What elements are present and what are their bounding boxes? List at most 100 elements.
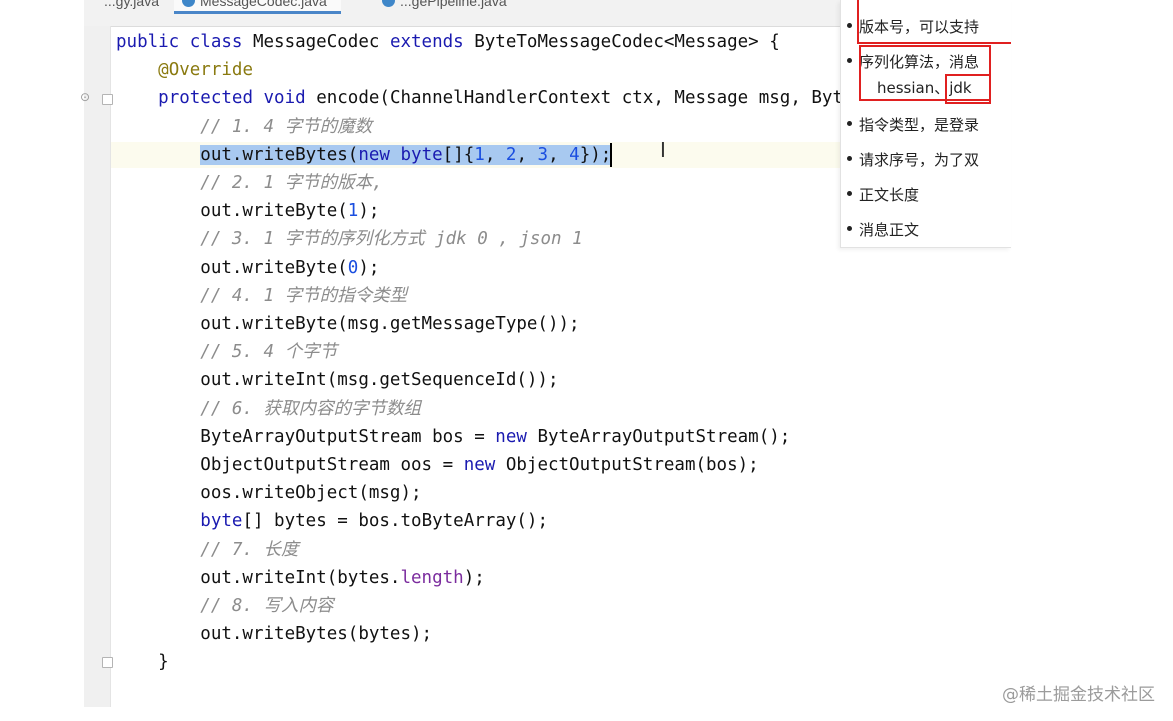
code-token: out.writeBytes(bytes); <box>116 624 433 645</box>
code-line[interactable]: @Override <box>116 56 253 84</box>
code-token: // 5. 4 个字节 <box>116 342 338 363</box>
code-token: ByteArrayOutputStream(); <box>537 426 791 447</box>
code-token: out.writeInt(msg.getSequenceId()); <box>116 370 559 391</box>
code-line[interactable]: ByteArrayOutputStream bos = new ByteArra… <box>116 423 790 451</box>
code-token: @Override <box>158 60 253 81</box>
code-token: encode(ChannelHandlerContext ctx, Messag… <box>316 88 843 109</box>
documentation-panel: 版本号，可以支持 序列化算法，消息 hessian、jdk 指令类型，是登录 请… <box>840 0 1011 248</box>
fold-toggle-icon[interactable] <box>102 94 113 105</box>
code-token: ); <box>358 201 380 222</box>
code-line[interactable]: // 5. 4 个字节 <box>116 338 337 366</box>
code-line[interactable]: public class MessageCodec extends ByteTo… <box>116 28 780 56</box>
code-token: out.writeByte(msg.getMessageType()); <box>116 314 580 334</box>
tab-label: ...gePipeline.java <box>400 0 507 9</box>
code-token: ObjectOutputStream(bos); <box>505 455 759 475</box>
code-token: out.writeInt(bytes. <box>116 567 401 588</box>
java-class-icon <box>182 0 195 7</box>
code-line[interactable]: protected void encode(ChannelHandlerCont… <box>116 84 843 112</box>
doc-item-label: 正文长度 <box>859 186 920 204</box>
code-line[interactable]: oos.writeObject(msg); <box>116 479 421 507</box>
code-token: , <box>548 144 570 165</box>
code-line[interactable]: // 6. 获取内容的字节数组 <box>116 395 421 423</box>
code-token: // 1. 4 字节的魔数 <box>116 116 373 137</box>
code-token: new <box>358 144 401 165</box>
doc-item-length: 正文长度 <box>847 184 920 205</box>
code-token: // 2. 1 字节的版本, <box>116 173 383 193</box>
editor-tab[interactable]: ...gy.java <box>84 0 173 11</box>
java-class-icon <box>382 0 395 7</box>
code-token: 0 <box>347 257 359 278</box>
code-line[interactable]: // 4. 1 字节的指令类型 <box>116 282 407 310</box>
code-token: , <box>516 144 538 165</box>
code-line[interactable]: // 1. 4 字节的魔数 <box>116 113 372 141</box>
code-line[interactable]: out.writeByte(msg.getMessageType()); <box>116 310 580 338</box>
code-token: 2 <box>505 144 517 165</box>
bullet-icon <box>847 191 852 196</box>
code-token: out.writeByte( <box>116 201 348 222</box>
editor-gutter <box>84 26 111 707</box>
editor-tab[interactable]: ...gePipeline.java <box>374 0 521 11</box>
code-token: new <box>463 455 506 475</box>
code-line[interactable]: out.writeBytes(bytes); <box>116 620 432 648</box>
editor-tab-active[interactable]: MessageCodec.java <box>174 0 341 14</box>
code-line[interactable]: // 3. 1 字节的序列化方式 jdk 0 , json 1 <box>116 225 582 253</box>
code-token: [] bytes = bos.toByteArray(); <box>242 511 548 532</box>
tab-label: MessageCodec.java <box>200 0 327 9</box>
bullet-icon <box>847 156 852 161</box>
code-line[interactable]: out.writeInt(msg.getSequenceId()); <box>116 366 559 394</box>
code-token: // 4. 1 字节的指令类型 <box>116 285 408 306</box>
watermark: @稀土掘金技术社区 <box>1002 685 1155 705</box>
code-token: extends <box>389 32 475 52</box>
override-marker-icon[interactable]: ⊙ <box>80 90 90 104</box>
tab-label: ...gy.java <box>104 0 159 9</box>
bullet-icon <box>847 23 852 28</box>
ibeam-cursor-icon: I <box>660 138 666 162</box>
code-token: }); <box>579 144 612 165</box>
code-token: byte <box>200 511 243 532</box>
code-token: // 8. 写入内容 <box>116 596 334 616</box>
code-line[interactable]: out.writeBytes(new byte[]{1, 2, 3, 4}); <box>116 141 612 169</box>
text-caret <box>610 143 612 167</box>
doc-item-label: 请求序号，为了双 <box>859 151 980 169</box>
code-token: public class <box>116 32 253 52</box>
code-token: ); <box>463 567 485 588</box>
code-line[interactable]: ObjectOutputStream oos = new ObjectOutpu… <box>116 451 759 479</box>
doc-item-body: 消息正文 <box>847 219 920 240</box>
code-line[interactable]: byte[] bytes = bos.toByteArray(); <box>116 507 548 535</box>
code-token: ); <box>358 257 380 278</box>
code-line[interactable]: out.writeInt(bytes.length); <box>116 564 485 592</box>
code-token: MessageCodec <box>252 32 390 52</box>
code-line[interactable]: } <box>116 648 169 676</box>
red-highlight-box <box>857 0 1011 44</box>
doc-item-label: 消息正文 <box>859 221 920 239</box>
code-token: 1 <box>474 144 485 165</box>
code-token: // 6. 获取内容的字节数组 <box>116 398 422 419</box>
code-token: protected void <box>158 88 317 109</box>
code-line[interactable]: out.writeByte(1); <box>116 197 379 225</box>
code-line[interactable]: // 7. 长度 <box>116 536 299 564</box>
code-token: length <box>400 567 464 588</box>
fold-toggle-icon[interactable] <box>102 657 113 668</box>
bullet-icon <box>847 58 852 63</box>
code-token: // 7. 长度 <box>116 539 299 560</box>
doc-item-label: 指令类型，是登录 <box>859 116 980 134</box>
code-token: byte <box>400 144 443 165</box>
code-token: 1 <box>347 201 359 222</box>
code-token: } <box>116 652 169 673</box>
bullet-icon <box>847 226 852 231</box>
code-token: ObjectOutputStream oos = <box>116 455 464 475</box>
code-token: out.writeByte( <box>116 257 348 278</box>
doc-item-sequence: 请求序号，为了双 <box>847 149 980 170</box>
code-line[interactable]: // 2. 1 字节的版本, <box>116 169 383 197</box>
code-token: 3 <box>537 144 549 165</box>
code-token: []{ <box>442 144 475 165</box>
editor-tab-strip: ...gy.java MessageCodec.java ...gePipeli… <box>84 0 844 27</box>
code-line[interactable]: out.writeByte(0); <box>116 254 379 282</box>
code-line[interactable]: // 8. 写入内容 <box>116 592 334 620</box>
code-token: ByteArrayOutputStream bos = <box>116 426 496 447</box>
code-token: , <box>484 144 506 165</box>
